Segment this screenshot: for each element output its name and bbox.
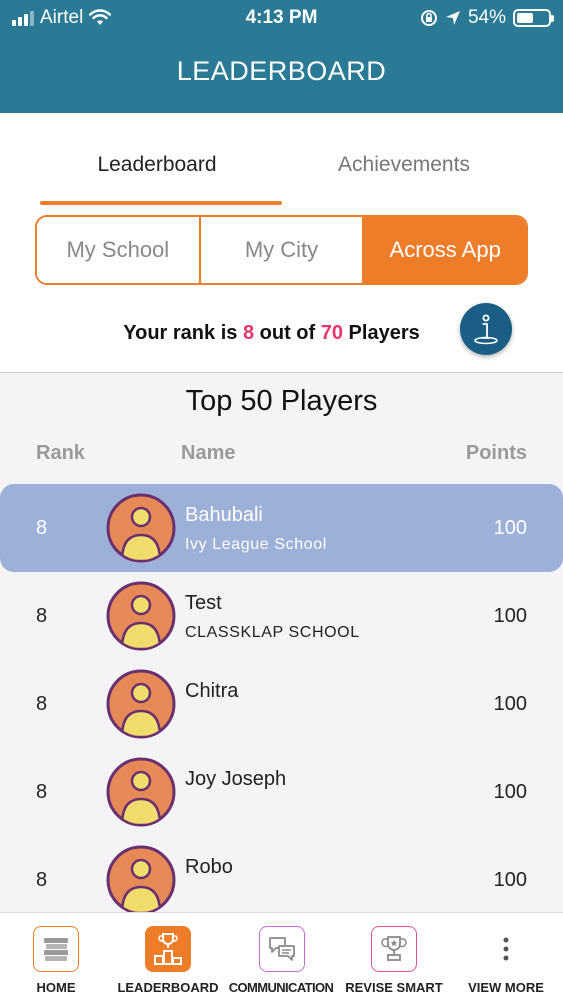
player-points: 100 (493, 693, 527, 715)
tab-leaderboard[interactable]: Leaderboard (16, 113, 298, 205)
player-name: Test (185, 592, 222, 614)
player-school: Ivy League School (185, 536, 327, 553)
avatar-icon (106, 581, 176, 651)
nav-label-communication: COMMUNICATION (228, 980, 334, 995)
avatar-icon (106, 669, 176, 739)
rank-prefix: Your rank is (123, 322, 238, 344)
avatar-icon (106, 845, 176, 915)
app-header: Airtel 4:13 PM 54% LEADERBOARD (0, 0, 563, 113)
page-title: LEADERBOARD (176, 56, 387, 86)
table-row[interactable]: 8 Joy Joseph 100 (0, 748, 563, 836)
location-arrow-icon (445, 11, 460, 25)
table-row[interactable]: 8 Chitra 100 (0, 660, 563, 748)
nav-label-home: HOME (36, 980, 76, 995)
nav-revise-smart[interactable]: REVISE SMART (338, 913, 450, 1000)
nav-view-more[interactable]: VIEW MORE (450, 913, 563, 1000)
nav-label-leaderboard: LEADERBOARD (117, 980, 219, 995)
column-header-name: Name (181, 442, 236, 464)
row-rank: 8 (36, 517, 48, 539)
row-rank: 8 (36, 781, 48, 803)
player-points: 100 (493, 517, 527, 539)
player-school: CLASSKLAP SCHOOL (185, 624, 360, 641)
list-title: Top 50 Players (185, 385, 378, 417)
more-vertical-icon (483, 926, 529, 972)
total-players-number: 70 (320, 322, 343, 344)
trophy-icon (371, 926, 417, 972)
chat-icon (259, 926, 305, 972)
battery-percent: 54% (467, 7, 506, 28)
books-icon (33, 926, 79, 972)
table-row[interactable]: 8 Test CLASSKLAP SCHOOL 100 (0, 572, 563, 660)
row-rank: 8 (36, 869, 48, 891)
leaderboard-icon (145, 926, 191, 972)
tab-achievements[interactable]: Achievements (263, 113, 545, 205)
column-header-rank: Rank (36, 442, 85, 464)
player-name: Joy Joseph (185, 768, 287, 790)
your-rank-number: 8 (242, 322, 255, 344)
scope-across-app-button[interactable]: Across App (362, 217, 526, 283)
scope-my-city-button[interactable]: My City (198, 217, 363, 283)
tab-bar: Leaderboard Achievements (0, 113, 563, 205)
nav-home[interactable]: HOME (0, 913, 112, 1000)
player-name: Bahubali (185, 504, 263, 526)
rank-suffix: Players (348, 322, 420, 344)
battery-icon (513, 9, 554, 27)
rotation-lock-icon (420, 10, 437, 26)
column-header-points: Points (465, 442, 527, 464)
player-points: 100 (493, 869, 527, 891)
row-rank: 8 (36, 693, 48, 715)
rank-middle: out of (259, 322, 316, 344)
nav-communication[interactable]: COMMUNICATION (225, 913, 338, 1000)
nav-label-view-more: VIEW MORE (468, 980, 544, 995)
row-rank: 8 (36, 605, 48, 627)
status-bar: Airtel 4:13 PM 54% (0, 0, 563, 38)
scope-selector: My School My City Across App (35, 215, 528, 285)
section-divider (0, 372, 563, 373)
avatar-icon (106, 757, 176, 827)
player-name: Robo (185, 856, 233, 878)
bottom-nav: HOME LEADERBOARD COMMUNICATION REVISE SM… (0, 912, 563, 1000)
info-button[interactable] (460, 303, 512, 355)
nav-leaderboard[interactable]: LEADERBOARD (112, 913, 225, 1000)
player-points: 100 (493, 781, 527, 803)
scope-my-school-button[interactable]: My School (37, 217, 199, 283)
nav-label-revise-smart: REVISE SMART (345, 980, 443, 995)
player-points: 100 (493, 605, 527, 627)
player-name: Chitra (185, 680, 239, 702)
scope-section: My School My City Across App Your rank i… (0, 205, 563, 373)
info-icon (474, 314, 498, 345)
app-screen: { "status": { "carrier": "Airtel", "time… (0, 0, 563, 1000)
table-row[interactable]: 8 Robo 100 (0, 836, 563, 924)
table-row-current-user[interactable]: 8 Bahubali Ivy League School 100 (0, 484, 563, 572)
avatar-icon (106, 493, 176, 563)
